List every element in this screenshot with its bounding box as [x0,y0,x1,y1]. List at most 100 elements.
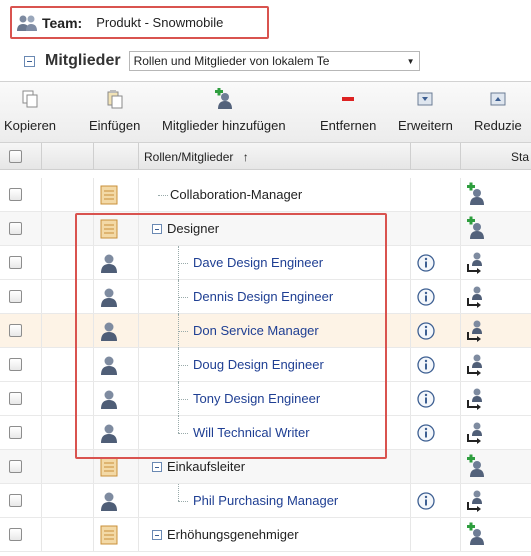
collapse-icon[interactable] [152,530,162,540]
toolbar: Kopieren Einfügen Mitglieder hinzufügen [0,81,531,143]
table-row[interactable]: Don Service Manager [0,314,531,348]
row-checkbox[interactable] [9,222,22,235]
view-select[interactable]: Rollen und Mitglieder von lokalem Te ▼ [128,51,420,71]
add-member-status-icon[interactable] [465,454,487,478]
team-header: Team: Produkt - Snowmobile [10,6,269,39]
expand-button[interactable]: Erweitern [398,88,453,133]
row-checkbox[interactable] [9,290,22,303]
minus-icon [342,97,355,101]
copy-label: Kopieren [4,118,57,133]
members-title: Mitglieder [45,52,121,69]
table-row[interactable]: Designer [0,212,531,246]
role-name[interactable]: Collaboration-Manager [170,187,302,202]
remove-label: Entfernen [320,118,377,133]
grid-header: Rollen/Mitglieder ↑ Sta [0,143,531,170]
reduce-button[interactable]: Reduzie [474,88,522,133]
paste-label: Einfügen [89,118,141,133]
row-checkbox[interactable] [9,324,22,337]
member-name[interactable]: Tony Design Engineer [193,391,320,406]
user-icon [101,254,117,273]
sort-ascending-icon: ↑ [242,150,249,164]
collapse-icon[interactable] [152,224,162,234]
members-section-header: Mitglieder Rollen und Mitglieder von lok… [0,47,531,75]
row-checkbox[interactable] [9,494,22,507]
expand-icon [417,92,433,106]
reduce-label: Reduzie [474,118,522,133]
user-status-icon[interactable] [465,250,487,274]
row-checkbox[interactable] [9,392,22,405]
row-checkbox[interactable] [9,256,22,269]
user-status-icon[interactable] [465,352,487,376]
user-icon [101,356,117,375]
role-icon [100,525,118,545]
copy-icon [22,90,38,108]
user-status-icon[interactable] [465,386,487,410]
info-icon[interactable] [417,254,435,272]
team-name: Produkt - Snowmobile [96,15,224,30]
row-checkbox[interactable] [9,460,22,473]
member-name[interactable]: Dennis Design Engineer [193,289,333,304]
table-row[interactable]: Dave Design Engineer [0,246,531,280]
role-name[interactable]: Designer [167,221,219,236]
view-select-value: Rollen und Mitglieder von lokalem Te [133,54,330,68]
member-name[interactable]: Doug Design Engineer [193,357,324,372]
member-name[interactable]: Don Service Manager [193,323,319,338]
user-icon [101,424,117,443]
table-row[interactable]: Collaboration-Manager [0,178,531,212]
role-name[interactable]: Erhöhungsgenehmiger [167,527,299,542]
member-name[interactable]: Will Technical Writer [193,425,310,440]
user-icon [101,288,117,307]
select-all-checkbox[interactable] [9,150,22,163]
paste-icon [107,90,123,109]
table-row[interactable]: Will Technical Writer [0,416,531,450]
user-status-icon[interactable] [465,318,487,342]
table-row[interactable]: Tony Design Engineer [0,382,531,416]
collapse-icon [490,92,506,106]
user-icon [101,492,117,511]
user-status-icon[interactable] [465,284,487,308]
add-member-status-icon[interactable] [465,216,487,240]
row-checkbox[interactable] [9,358,22,371]
user-icon [101,322,117,341]
role-icon [100,219,118,239]
member-name[interactable]: Phil Purchasing Manager [193,493,338,508]
user-icon [101,390,117,409]
team-icon [17,15,37,31]
member-name[interactable]: Dave Design Engineer [193,255,323,270]
chevron-down-icon: ▼ [406,56,415,66]
role-icon [100,185,118,205]
paste-button[interactable]: Einfügen [89,88,140,133]
add-members-label: Mitglieder hinzufügen [162,118,286,133]
column-header-status[interactable]: Sta [511,150,529,164]
table-row[interactable]: Phil Purchasing Manager [0,484,531,518]
row-checkbox[interactable] [9,528,22,541]
info-icon[interactable] [417,322,435,340]
add-member-status-icon[interactable] [465,182,487,206]
column-header-roles[interactable]: Rollen/Mitglieder ↑ [144,150,249,164]
add-members-button[interactable]: Mitglieder hinzufügen [162,88,286,133]
info-icon[interactable] [417,390,435,408]
expand-label: Erweitern [398,118,453,133]
info-icon[interactable] [417,424,435,442]
user-status-icon[interactable] [465,420,487,444]
add-member-icon [214,88,232,109]
role-name[interactable]: Einkaufsleiter [167,459,245,474]
row-checkbox[interactable] [9,426,22,439]
info-icon[interactable] [417,288,435,306]
role-icon [100,457,118,477]
collapse-icon[interactable] [152,462,162,472]
row-checkbox[interactable] [9,188,22,201]
table-row[interactable]: Doug Design Engineer [0,348,531,382]
team-label: Team: [42,14,83,31]
add-member-status-icon[interactable] [465,522,487,546]
section-collapse-icon[interactable] [24,55,35,67]
table-row[interactable]: Erhöhungsgenehmiger [0,518,531,552]
remove-button[interactable]: Entfernen [320,88,376,133]
table-row[interactable]: Dennis Design Engineer [0,280,531,314]
info-icon[interactable] [417,492,435,510]
column-header-roles-label: Rollen/Mitglieder [144,150,234,164]
user-status-icon[interactable] [465,488,487,512]
copy-button[interactable]: Kopieren [4,88,56,133]
info-icon[interactable] [417,356,435,374]
table-row[interactable]: Einkaufsleiter [0,450,531,484]
